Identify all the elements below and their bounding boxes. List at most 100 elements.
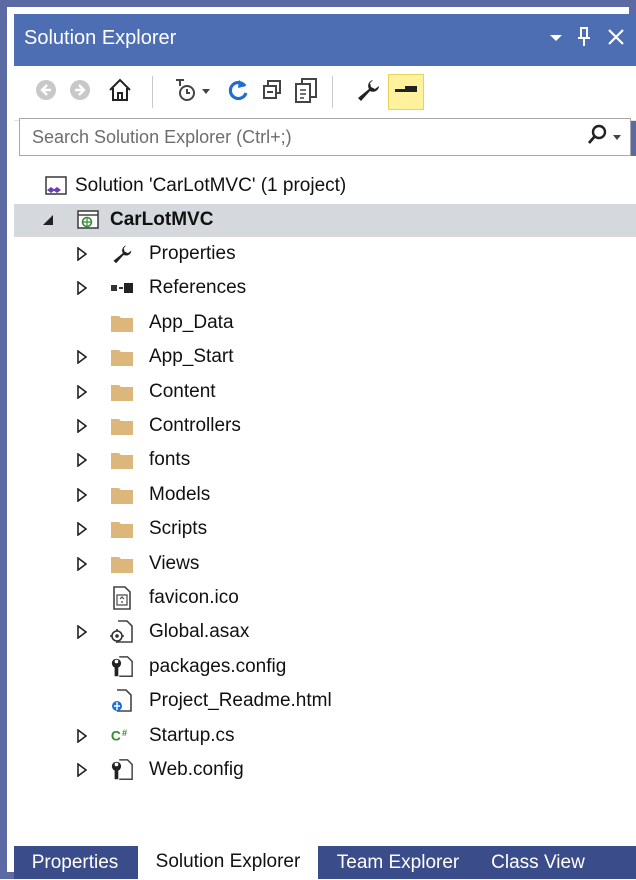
tree-item-packages-config[interactable]: packages.config <box>14 651 636 684</box>
tab-label: Class View <box>491 851 585 873</box>
web-project-icon <box>76 208 100 232</box>
svg-text:C: C <box>111 728 121 744</box>
refresh-icon <box>225 77 251 108</box>
svg-text:#: # <box>122 728 127 738</box>
tree-item-scripts[interactable]: Scripts <box>14 513 636 546</box>
folder-icon <box>110 345 134 369</box>
pin-icon <box>576 26 592 53</box>
solution-explorer-window: Solution Explorer Search Solution Explor… <box>0 0 636 880</box>
tab-class-view[interactable]: Class View <box>478 846 598 879</box>
collapse-all-button[interactable] <box>254 74 290 110</box>
forward-button[interactable] <box>62 74 98 110</box>
tree-item-references[interactable]: References <box>14 272 636 305</box>
folder-icon <box>110 552 134 576</box>
tree-item-label: Controllers <box>149 415 241 436</box>
expand-arrow-icon[interactable] <box>74 487 90 503</box>
expand-arrow-icon[interactable] <box>74 349 90 365</box>
tree-item-label: Startup.cs <box>149 725 235 746</box>
collapse-all-icon <box>259 77 285 108</box>
tree-item-label: Models <box>149 484 211 505</box>
tree-item-global-asax[interactable]: Global.asax <box>14 616 636 649</box>
tab-solution-explorer[interactable]: Solution Explorer <box>138 844 318 880</box>
tree-item-label: Scripts <box>149 518 208 539</box>
show-all-files-button[interactable] <box>288 74 324 110</box>
tree-item-label: Global.asax <box>149 621 250 642</box>
home-button[interactable] <box>102 74 138 110</box>
close-icon <box>607 28 625 51</box>
search-button[interactable] <box>582 122 626 152</box>
solution-tree: Solution 'CarLotMVC' (1 project) CarLotMV… <box>14 156 636 846</box>
tree-item-fonts[interactable]: fonts <box>14 444 636 477</box>
collapse-arrow-icon[interactable] <box>40 212 56 228</box>
expand-arrow-icon[interactable] <box>74 246 90 262</box>
refresh-button[interactable] <box>220 74 256 110</box>
tree-item-controllers[interactable]: Controllers <box>14 410 636 443</box>
folder-icon <box>110 311 134 335</box>
expand-arrow-icon[interactable] <box>74 762 90 778</box>
global-asax-file-icon <box>110 620 134 644</box>
image-file-icon <box>110 586 134 610</box>
expand-arrow-icon[interactable] <box>74 384 90 400</box>
filter-dropdown-button[interactable] <box>196 74 216 110</box>
tab-label: Team Explorer <box>336 851 460 873</box>
folder-icon <box>110 448 134 472</box>
chevron-down-icon <box>549 30 563 48</box>
toolbar <box>14 66 636 121</box>
back-button[interactable] <box>28 74 64 110</box>
tree-item-web-config[interactable]: Web.config <box>14 754 636 787</box>
tree-item-models[interactable]: Models <box>14 479 636 512</box>
tree-item-content[interactable]: Content <box>14 376 636 409</box>
tab-properties[interactable]: Properties <box>14 846 136 879</box>
dropdown-arrow-icon <box>201 83 211 101</box>
window-menu-button[interactable] <box>542 24 570 54</box>
tree-item-label: CarLotMVC <box>110 209 214 230</box>
search-options-icon <box>613 128 621 146</box>
expand-arrow-icon[interactable] <box>74 280 90 296</box>
home-icon <box>107 77 133 108</box>
config-file-icon <box>110 655 134 679</box>
close-button[interactable] <box>602 24 630 54</box>
search-icon <box>587 124 609 151</box>
tree-item-views[interactable]: Views <box>14 548 636 581</box>
tree-item-app-data[interactable]: App_Data <box>14 307 636 340</box>
toolbar-separator <box>332 76 333 108</box>
tab-team-explorer[interactable]: Team Explorer <box>322 846 474 879</box>
folder-icon <box>110 380 134 404</box>
properties-icon <box>355 77 381 108</box>
tree-item-properties[interactable]: Properties <box>14 238 636 271</box>
tree-item-project[interactable]: CarLotMVC <box>14 204 636 237</box>
tree-item-label: Properties <box>149 243 236 264</box>
tree-item-label: Solution 'CarLotMVC' (1 project) <box>75 175 347 196</box>
tree-item-label: favicon.ico <box>149 587 239 608</box>
tree-item-app-start[interactable]: App_Start <box>14 341 636 374</box>
expand-arrow-icon[interactable] <box>74 728 90 744</box>
wrench-icon <box>110 242 134 266</box>
pin-button[interactable] <box>570 24 598 54</box>
folder-icon <box>110 414 134 438</box>
expand-arrow-icon[interactable] <box>74 452 90 468</box>
search-input[interactable] <box>20 119 592 155</box>
toolbar-separator <box>152 76 153 108</box>
config-file-icon <box>110 758 134 782</box>
expand-arrow-icon[interactable] <box>74 418 90 434</box>
folder-icon <box>110 483 134 507</box>
title-bar[interactable]: Solution Explorer <box>14 14 636 66</box>
expand-arrow-icon[interactable] <box>74 521 90 537</box>
tree-item-label: App_Start <box>149 346 234 367</box>
tab-label: Properties <box>31 851 119 873</box>
tree-item-favicon-ico[interactable]: favicon.ico <box>14 582 636 615</box>
solution-icon <box>44 174 68 198</box>
back-icon <box>34 78 58 107</box>
properties-button[interactable] <box>350 74 386 110</box>
references-icon <box>110 276 134 300</box>
preview-selected-button[interactable] <box>388 74 424 110</box>
tree-item-project-readme-html[interactable]: Project_Readme.html <box>14 685 636 718</box>
tree-item-solution[interactable]: Solution 'CarLotMVC' (1 project) <box>14 170 636 203</box>
expand-arrow-icon[interactable] <box>74 556 90 572</box>
tree-item-label: References <box>149 277 247 298</box>
tree-item-label: Views <box>149 553 200 574</box>
tree-item-label: packages.config <box>149 656 287 677</box>
search-bar <box>19 118 631 156</box>
expand-arrow-icon[interactable] <box>74 624 90 640</box>
tree-item-startup-cs[interactable]: C # Startup.cs <box>14 720 636 753</box>
